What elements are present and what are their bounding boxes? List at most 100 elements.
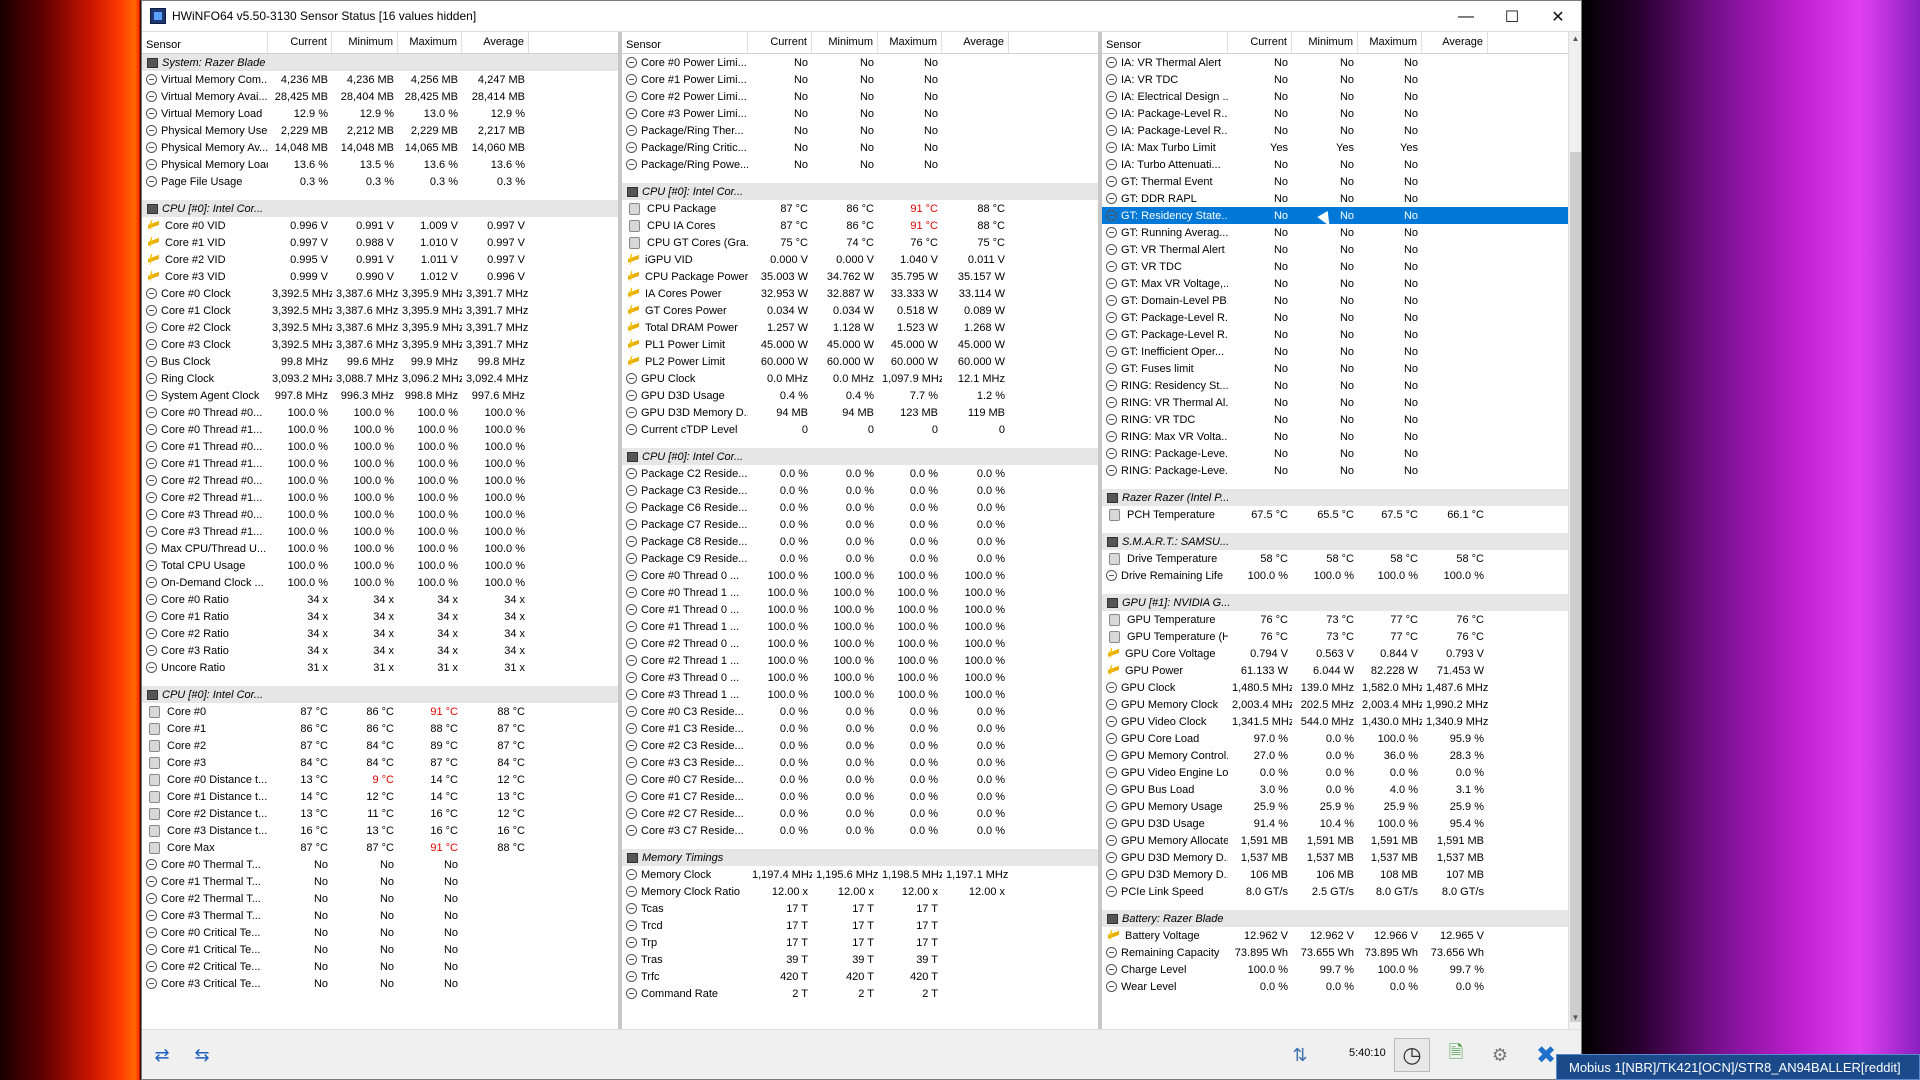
sensor-row[interactable]: RING: Residency St... No No No xyxy=(1102,377,1581,394)
sensor-row[interactable]: Core #0 Clock 3,392.5 MHz 3,387.6 MHz 3,395… xyxy=(142,285,618,302)
sensor-row[interactable]: GT: Max VR Voltage,... No No No xyxy=(1102,275,1581,292)
sensor-row[interactable]: Core #1 C3 Reside... 0.0 % 0.0 % 0.0 % 0.0 % xyxy=(622,720,1098,737)
sensor-group-header[interactable]: CPU [#0]: Intel Cor... xyxy=(622,183,1098,200)
log-file-icon[interactable]: 🗎 xyxy=(1438,1038,1474,1072)
sensor-group-header[interactable]: Memory Timings xyxy=(622,849,1098,866)
sensor-row[interactable]: IA: Max Turbo Limit Yes Yes Yes xyxy=(1102,139,1581,156)
sensor-row[interactable]: Core #1 Distance t... 14 °C 12 °C 14 °C 13 °… xyxy=(142,788,618,805)
sensor-row[interactable]: Core #2 87 °C 84 °C 89 °C 87 °C xyxy=(142,737,618,754)
sensor-row[interactable]: Core #3 Distance t... 16 °C 13 °C 16 °C 16 °… xyxy=(142,822,618,839)
sensor-row[interactable]: GT: VR TDC No No No xyxy=(1102,258,1581,275)
sensor-row[interactable]: IA: Electrical Design ... No No No xyxy=(1102,88,1581,105)
sensor-pane-2[interactable]: Sensor Current Minimum Maximum Average Core #… xyxy=(622,32,1102,1029)
sensor-row[interactable]: PCH Temperature 67.5 °C 65.5 °C 67.5 °C 66.1… xyxy=(1102,506,1581,523)
sensor-row[interactable]: PL1 Power Limit 45.000 W 45.000 W 45.000 W 4… xyxy=(622,336,1098,353)
sensor-row[interactable]: Core #1 Thread 1 ... 100.0 % 100.0 % 100.0 … xyxy=(622,618,1098,635)
title-bar[interactable]: HWiNFO64 v5.50-3130 Sensor Status [16 va… xyxy=(142,1,1581,32)
sensor-row[interactable]: Tcas 17 T 17 T 17 T xyxy=(622,900,1098,917)
column-header-average[interactable]: Average xyxy=(462,32,529,53)
sensor-row[interactable]: Core #2 Power Limi... No No No xyxy=(622,88,1098,105)
sensor-row[interactable]: GPU D3D Memory D... 1,537 MB 1,537 MB 1,537… xyxy=(1102,849,1581,866)
sensor-group-header[interactable]: CPU [#0]: Intel Cor... xyxy=(142,200,618,217)
column-header-minimum[interactable]: Minimum xyxy=(1292,32,1358,53)
sensor-row[interactable]: GPU D3D Memory D... 106 MB 106 MB 108 MB 107… xyxy=(1102,866,1581,883)
sensor-row[interactable]: Core #0 Ratio 34 x 34 x 34 x 34 x xyxy=(142,591,618,608)
sensor-pane-1[interactable]: Sensor Current Minimum Maximum Average System… xyxy=(142,32,622,1029)
sensor-row[interactable]: Core #2 Thermal T... No No No xyxy=(142,890,618,907)
sensor-row[interactable]: Core #0 Thread 0 ... 100.0 % 100.0 % 100.0 … xyxy=(622,567,1098,584)
sensor-row[interactable]: Core #0 Thermal T... No No No xyxy=(142,856,618,873)
sensor-row[interactable]: Physical Memory Load 13.6 % 13.5 % 13.6 % 13… xyxy=(142,156,618,173)
sensor-row[interactable]: Core #0 C7 Reside... 0.0 % 0.0 % 0.0 % 0.0 % xyxy=(622,771,1098,788)
sensor-row[interactable]: Uncore Ratio 31 x 31 x 31 x 31 x xyxy=(142,659,618,676)
sensor-row[interactable]: Remaining Capacity 73.895 Wh 73.655 Wh 73.8… xyxy=(1102,944,1581,961)
sensor-row[interactable]: Core #3 Critical Te... No No No xyxy=(142,975,618,992)
taskbar-window-label[interactable]: Mobius 1[NBR]/TK421[OCN]/STR8_AN94BALLER… xyxy=(1556,1054,1920,1080)
sensor-row[interactable]: RING: Max VR Volta... No No No xyxy=(1102,428,1581,445)
scroll-down-icon[interactable]: ▼ xyxy=(1569,1013,1581,1027)
sensor-row[interactable]: Memory Clock 1,197.4 MHz 1,195.6 MHz 1,198.… xyxy=(622,866,1098,883)
sensor-row[interactable]: GPU Memory Allocated 1,591 MB 1,591 MB 1,59… xyxy=(1102,832,1581,849)
sensor-row[interactable]: Total CPU Usage 100.0 % 100.0 % 100.0 % 100.… xyxy=(142,557,618,574)
column-header-minimum[interactable]: Minimum xyxy=(332,32,398,53)
sensor-row[interactable]: iGPU VID 0.000 V 0.000 V 1.040 V 0.011 V xyxy=(622,251,1098,268)
sensor-row[interactable]: Core #3 Thread 1 ... 100.0 % 100.0 % 100.0 … xyxy=(622,686,1098,703)
column-header-minimum[interactable]: Minimum xyxy=(812,32,878,53)
column-header-current[interactable]: Current xyxy=(1228,32,1292,53)
collapse-panes-icon[interactable]: ⇆ xyxy=(184,1038,220,1072)
sensor-row[interactable]: Command Rate 2 T 2 T 2 T xyxy=(622,985,1098,1002)
sensor-row[interactable]: Drive Temperature 58 °C 58 °C 58 °C 58 °C xyxy=(1102,550,1581,567)
sensor-row[interactable]: Core #3 Thread 0 ... 100.0 % 100.0 % 100.0 … xyxy=(622,669,1098,686)
sensor-row[interactable]: Page File Usage 0.3 % 0.3 % 0.3 % 0.3 % xyxy=(142,173,618,190)
clock-reset-icon[interactable]: ◷ xyxy=(1394,1038,1430,1072)
sensor-row[interactable]: IA: Package-Level R... No No No xyxy=(1102,105,1581,122)
column-header-maximum[interactable]: Maximum xyxy=(1358,32,1422,53)
sensor-row[interactable]: Core #1 VID 0.997 V 0.988 V 1.010 V 0.997 V xyxy=(142,234,618,251)
sensor-row[interactable]: Core #2 Thread 0 ... 100.0 % 100.0 % 100.0 … xyxy=(622,635,1098,652)
sensor-row[interactable]: Battery Voltage 12.962 V 12.962 V 12.966 V 1… xyxy=(1102,927,1581,944)
sensor-row[interactable]: IA: VR Thermal Alert No No No xyxy=(1102,54,1581,71)
sensor-row[interactable]: GT: DDR RAPL No No No xyxy=(1102,190,1581,207)
column-header[interactable]: Sensor Current Minimum Maximum Average xyxy=(142,32,618,54)
sensor-row[interactable]: Bus Clock 99.8 MHz 99.6 MHz 99.9 MHz 99.8 MH… xyxy=(142,353,618,370)
sensor-row[interactable]: Drive Remaining Life 100.0 % 100.0 % 100.0 … xyxy=(1102,567,1581,584)
sensor-row[interactable]: Core #1 Thread #0... 100.0 % 100.0 % 100.0 … xyxy=(142,438,618,455)
sensor-row[interactable]: RING: Package-Leve... No No No xyxy=(1102,462,1581,479)
settings-gear-icon[interactable]: ⚙ xyxy=(1482,1038,1518,1072)
sensor-row[interactable]: PL2 Power Limit 60.000 W 60.000 W 60.000 W 6… xyxy=(622,353,1098,370)
sensor-row[interactable]: Core #3 84 °C 84 °C 87 °C 84 °C xyxy=(142,754,618,771)
sensor-row[interactable]: GT: Package-Level R... No No No xyxy=(1102,309,1581,326)
sensor-row[interactable]: GPU Bus Load 3.0 % 0.0 % 4.0 % 3.1 % xyxy=(1102,781,1581,798)
sensor-row[interactable]: GPU Memory Usage 25.9 % 25.9 % 25.9 % 25.9 % xyxy=(1102,798,1581,815)
sensor-row[interactable]: Package C7 Reside... 0.0 % 0.0 % 0.0 % 0.0 % xyxy=(622,516,1098,533)
sensor-row[interactable]: CPU IA Cores 87 °C 86 °C 91 °C 88 °C xyxy=(622,217,1098,234)
sensor-row[interactable]: Core #2 Clock 3,392.5 MHz 3,387.6 MHz 3,395… xyxy=(142,319,618,336)
sensor-row[interactable]: Max CPU/Thread U... 100.0 % 100.0 % 100.0 %… xyxy=(142,540,618,557)
sensor-row[interactable]: GT: Running Averag... No No No xyxy=(1102,224,1581,241)
sensor-row[interactable]: Core #0 Power Limi... No No No xyxy=(622,54,1098,71)
sensor-row[interactable]: Physical Memory Used 2,229 MB 2,212 MB 2,22… xyxy=(142,122,618,139)
sensor-row[interactable]: IA: VR TDC No No No xyxy=(1102,71,1581,88)
sensor-row[interactable]: Package C2 Reside... 0.0 % 0.0 % 0.0 % 0.0 % xyxy=(622,465,1098,482)
sensor-row[interactable]: Ring Clock 3,093.2 MHz 3,088.7 MHz 3,096.2 … xyxy=(142,370,618,387)
sensor-row[interactable]: Tras 39 T 39 T 39 T xyxy=(622,951,1098,968)
sensor-row[interactable]: RING: Package-Leve... No No No xyxy=(1102,445,1581,462)
sensor-row[interactable]: Total DRAM Power 1.257 W 1.128 W 1.523 W 1.2… xyxy=(622,319,1098,336)
sensor-row[interactable]: GPU Core Load 97.0 % 0.0 % 100.0 % 95.9 % xyxy=(1102,730,1581,747)
sensor-row[interactable]: Core #2 Thread #1... 100.0 % 100.0 % 100.0 … xyxy=(142,489,618,506)
sensor-row[interactable]: Trcd 17 T 17 T 17 T xyxy=(622,917,1098,934)
sensor-row[interactable]: GT: Domain-Level PB... No No No xyxy=(1102,292,1581,309)
sensor-row[interactable]: Core #3 Clock 3,392.5 MHz 3,387.6 MHz 3,395… xyxy=(142,336,618,353)
scrollbar-thumb[interactable] xyxy=(1570,152,1581,1022)
sensor-row[interactable]: Virtual Memory Com... 4,236 MB 4,236 MB 4,2… xyxy=(142,71,618,88)
sensor-row[interactable]: Core #3 Power Limi... No No No xyxy=(622,105,1098,122)
sensor-row[interactable]: Core #0 VID 0.996 V 0.991 V 1.009 V 0.997 V xyxy=(142,217,618,234)
sensor-group-header[interactable]: S.M.A.R.T.: SAMSU... xyxy=(1102,533,1581,550)
sensor-row[interactable]: PCIe Link Speed 8.0 GT/s 2.5 GT/s 8.0 GT/s 8… xyxy=(1102,883,1581,900)
column-header-sensor[interactable]: Sensor xyxy=(622,32,748,53)
sensor-row[interactable]: Core #2 C7 Reside... 0.0 % 0.0 % 0.0 % 0.0 % xyxy=(622,805,1098,822)
sensor-row[interactable]: GPU Clock 1,480.5 MHz 139.0 MHz 1,582.0 MHz… xyxy=(1102,679,1581,696)
sensor-row[interactable]: GPU Temperature 76 °C 73 °C 77 °C 76 °C xyxy=(1102,611,1581,628)
sensor-row[interactable]: CPU Package Power 35.003 W 34.762 W 35.795 … xyxy=(622,268,1098,285)
sensor-row[interactable]: Core #0 Thread #1... 100.0 % 100.0 % 100.0 … xyxy=(142,421,618,438)
